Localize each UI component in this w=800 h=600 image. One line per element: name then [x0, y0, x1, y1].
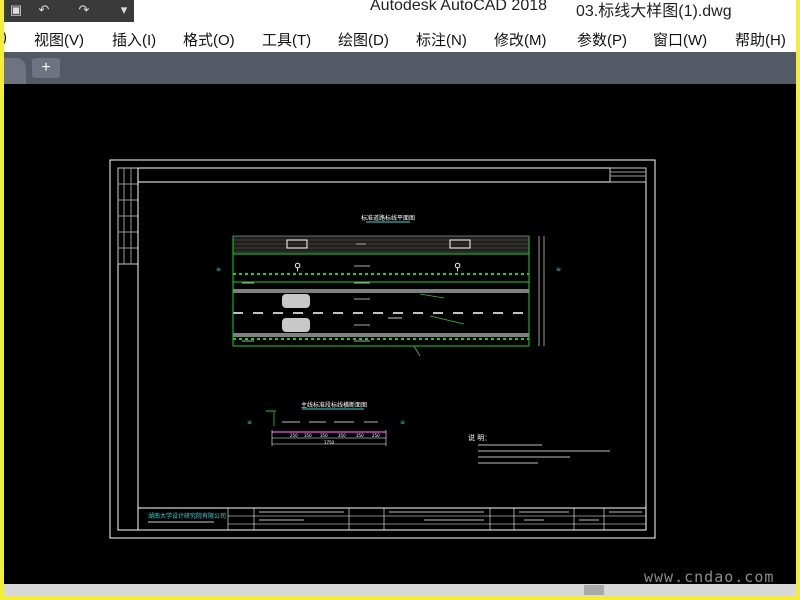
file-name: 03.标线大样图(1).dwg — [576, 3, 732, 20]
dim-label: 350 — [338, 433, 346, 438]
company-name: 湖南大学设计研究院有限公司 — [148, 512, 226, 520]
file-tab-strip — [4, 52, 796, 84]
drawing-canvas[interactable]: 标准道路标线平面图 ⚲ ⚲ ≡ ≡ 主线标准段标线横断面图 250 350 35… — [4, 84, 796, 584]
dim-total: 1750 — [324, 440, 335, 445]
bicycle-icon: ⚲ — [454, 262, 461, 273]
marker-right: ≡ — [400, 419, 405, 426]
menu-item-insert[interactable]: 插入(I) — [112, 29, 156, 50]
autocad-window: ▣ ↶ ↷ ▾ Autodesk AutoCAD 2018 03.标线大样图(1… — [4, 0, 796, 596]
marker-right: ≡ — [556, 266, 561, 273]
menu-item-parametric[interactable]: 参数(P) — [577, 29, 627, 50]
quick-access-toolbar: ▣ ↶ ↷ ▾ — [4, 0, 134, 22]
plus-icon[interactable]: + — [32, 58, 60, 78]
file-tab[interactable] — [4, 58, 26, 84]
menu-item-partial[interactable]: ) — [4, 29, 7, 46]
redo-icon[interactable]: ↷ — [76, 2, 92, 18]
watermark: www.cndao.com — [644, 568, 775, 586]
car-icon — [282, 294, 310, 308]
menu-item-format[interactable]: 格式(O) — [183, 29, 235, 50]
undo-icon[interactable]: ↶ — [36, 2, 52, 18]
menu-item-tools[interactable]: 工具(T) — [262, 29, 311, 50]
title-bar: ▣ ↶ ↷ ▾ Autodesk AutoCAD 2018 03.标线大样图(1… — [4, 0, 796, 26]
plan-title: 标准道路标线平面图 — [361, 214, 415, 222]
menu-item-dimension[interactable]: 标注(N) — [416, 29, 467, 50]
cross-section: 250 350 350 350 350 250 1750 ≡ ≡ — [247, 410, 405, 446]
cad-drawing: 标准道路标线平面图 ⚲ ⚲ ≡ ≡ 主线标准段标线横断面图 250 350 35… — [109, 159, 656, 539]
section-title: 主线标准段标线横断面图 — [301, 401, 367, 409]
notes-lines — [478, 444, 610, 464]
notes-title: 说 明： — [468, 433, 491, 442]
menu-item-help[interactable]: 帮助(H) — [735, 29, 786, 50]
menu-item-window[interactable]: 窗口(W) — [653, 29, 707, 50]
road-plan: ⚲ ⚲ ≡ ≡ — [216, 235, 561, 357]
scrollbar-thumb[interactable] — [584, 585, 604, 595]
dim-label: 350 — [304, 433, 312, 438]
dim-label: 350 — [320, 433, 328, 438]
dim-label: 350 — [356, 433, 364, 438]
bicycle-icon: ⚲ — [294, 262, 301, 273]
app-title: Autodesk AutoCAD 2018 — [370, 0, 548, 14]
menu-bar: ) 视图(V) 插入(I) 格式(O) 工具(T) 绘图(D) 标注(N) 修改… — [4, 26, 796, 52]
marker-left: ≡ — [247, 419, 252, 426]
dropdown-icon[interactable]: ▾ — [116, 2, 132, 18]
menu-item-modify[interactable]: 修改(M) — [494, 29, 547, 50]
car-icon — [282, 318, 310, 332]
menu-item-draw[interactable]: 绘图(D) — [338, 29, 389, 50]
dim-label: 250 — [290, 433, 298, 438]
marker-left: ≡ — [216, 266, 221, 273]
title-block: 湖南大学设计研究院有限公司 — [138, 507, 646, 530]
dim-label: 250 — [372, 433, 380, 438]
save-icon[interactable]: ▣ — [8, 2, 24, 18]
menu-item-view[interactable]: 视图(V) — [34, 29, 84, 50]
